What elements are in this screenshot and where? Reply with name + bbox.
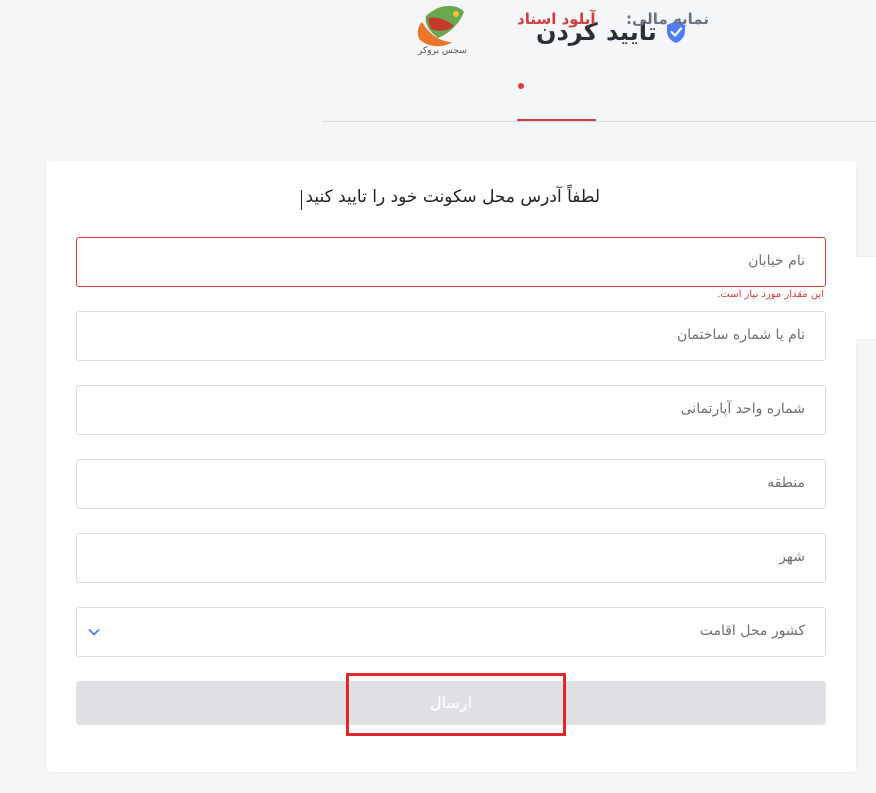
apartment-unit-placeholder: شماره واحد آپارتمانی	[680, 401, 805, 417]
street-name-input[interactable]: نام خیابان	[76, 237, 826, 287]
logo-text: سجس بروکر	[418, 46, 467, 56]
country-placeholder: کشور محل اقامت	[699, 623, 805, 639]
street-name-error: این مقدار مورد نیاز است.	[717, 289, 824, 300]
chevron-down-icon	[88, 629, 100, 636]
street-name-placeholder: نام خیابان	[748, 253, 805, 269]
city-input[interactable]: شهر	[76, 533, 826, 583]
side-panel-edge	[856, 256, 876, 340]
active-tab-indicator	[517, 119, 596, 121]
apartment-unit-input[interactable]: شماره واحد آپارتمانی	[76, 385, 826, 435]
tab-bar	[322, 72, 876, 122]
building-number-input[interactable]: نام یا شماره ساختمان	[76, 311, 826, 361]
region-input[interactable]: منطقه	[76, 459, 826, 509]
country-select[interactable]: کشور محل اقامت	[76, 607, 826, 657]
tab-upload-documents[interactable]: آپلود اسناد	[517, 10, 596, 28]
form-title: لطفاً آدرس محل سکونت خود را تایید کنید	[305, 187, 600, 207]
notification-dot-icon	[518, 83, 524, 89]
tab-financial-profile[interactable]: نمایه مالی:	[626, 10, 709, 28]
highlight-box	[346, 673, 566, 736]
region-placeholder: منطقه	[767, 475, 805, 491]
building-number-placeholder: نام یا شماره ساختمان	[676, 327, 805, 343]
city-placeholder: شهر	[779, 549, 805, 565]
text-cursor	[301, 190, 302, 210]
